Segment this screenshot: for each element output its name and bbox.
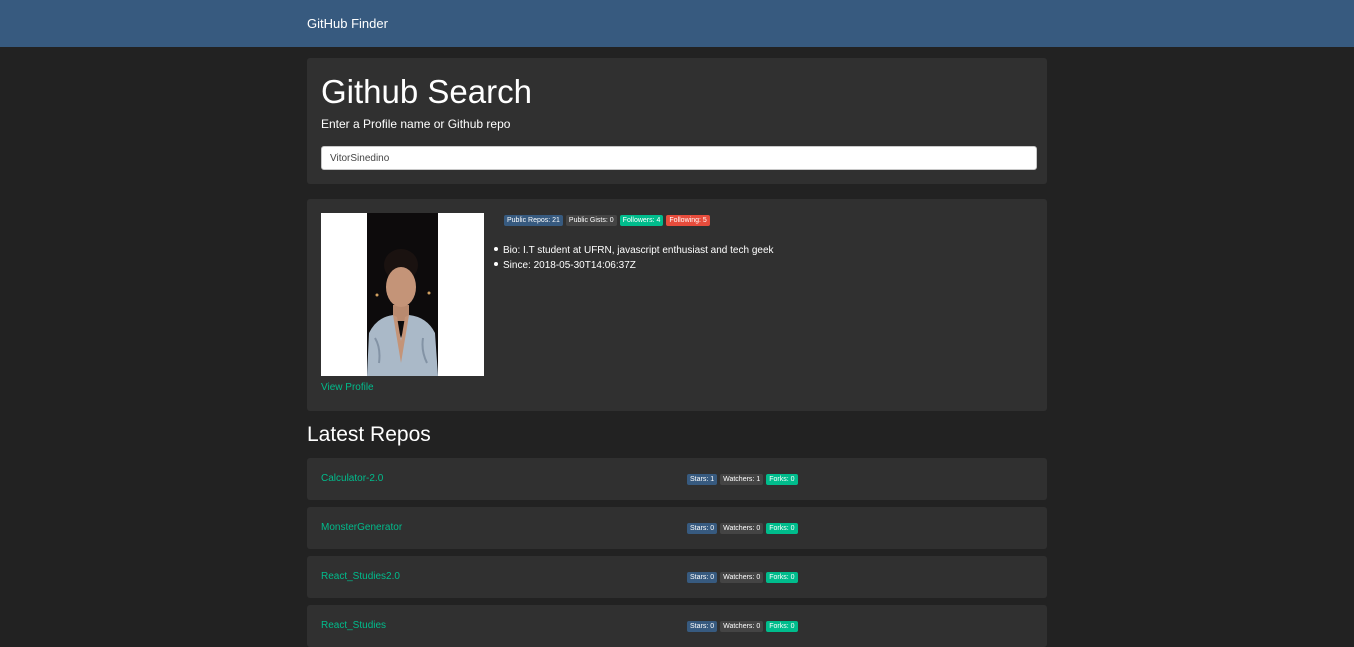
forks-badge: Forks: 0: [766, 621, 798, 632]
forks-badge: Forks: 0: [766, 523, 798, 534]
repo-badges: Stars: 0 Watchers: 0 Forks: 0: [687, 523, 798, 534]
since-text: Since: 2018-05-30T14:06:37Z: [503, 260, 636, 271]
navbar-brand[interactable]: GitHub Finder: [307, 16, 388, 31]
navbar: GitHub Finder: [0, 0, 1354, 47]
repo-link[interactable]: React_Studies2.0: [321, 571, 400, 582]
profile-card: View Profile Public Repos: 21 Public Gis…: [307, 199, 1047, 411]
view-profile-link[interactable]: View Profile: [321, 382, 374, 393]
bio-item: Bio: I.T student at UFRN, javascript ent…: [494, 243, 774, 258]
watchers-badge: Watchers: 0: [720, 523, 764, 534]
repo-card: React_Studies2.0 Stars: 0 Watchers: 0 Fo…: [307, 556, 1047, 598]
repo-link[interactable]: React_Studies: [321, 620, 386, 631]
watchers-badge: Watchers: 1: [720, 474, 764, 485]
stars-badge: Stars: 1: [687, 474, 718, 485]
repo-card: Calculator-2.0 Stars: 1 Watchers: 1 Fork…: [307, 458, 1047, 500]
watchers-badge: Watchers: 0: [720, 572, 764, 583]
latest-repos-title: Latest Repos: [307, 423, 431, 446]
stars-badge: Stars: 0: [687, 523, 718, 534]
watchers-badge: Watchers: 0: [720, 621, 764, 632]
forks-badge: Forks: 0: [766, 474, 798, 485]
stars-badge: Stars: 0: [687, 572, 718, 583]
search-card: Github Search Enter a Profile name or Gi…: [307, 58, 1047, 184]
search-input[interactable]: [321, 146, 1037, 170]
repo-link[interactable]: MonsterGenerator: [321, 522, 402, 533]
repo-badges: Stars: 0 Watchers: 0 Forks: 0: [687, 621, 798, 632]
stars-badge: Stars: 0: [687, 621, 718, 632]
profile-details: Bio: I.T student at UFRN, javascript ent…: [494, 243, 774, 273]
avatar: [321, 213, 484, 376]
repo-link[interactable]: Calculator-2.0: [321, 473, 383, 484]
avatar-photo: [321, 213, 484, 376]
profile-badges: Public Repos: 21 Public Gists: 0 Followe…: [504, 215, 710, 226]
followers-badge: Followers: 4: [619, 215, 664, 226]
search-subtitle: Enter a Profile name or Github repo: [321, 117, 511, 131]
bullet-icon: [494, 247, 498, 252]
repo-badges: Stars: 1 Watchers: 1 Forks: 0: [687, 474, 798, 485]
bullet-icon: [494, 262, 498, 267]
repo-card: React_Studies Stars: 0 Watchers: 0 Forks…: [307, 605, 1047, 647]
repo-card: MonsterGenerator Stars: 0 Watchers: 0 Fo…: [307, 507, 1047, 549]
public-repos-badge: Public Repos: 21: [504, 215, 563, 226]
following-badge: Following: 5: [666, 215, 710, 226]
bio-text: Bio: I.T student at UFRN, javascript ent…: [503, 245, 774, 256]
public-gists-badge: Public Gists: 0: [565, 215, 617, 226]
search-title: Github Search: [321, 73, 532, 110]
repo-badges: Stars: 0 Watchers: 0 Forks: 0: [687, 572, 798, 583]
forks-badge: Forks: 0: [766, 572, 798, 583]
since-item: Since: 2018-05-30T14:06:37Z: [494, 258, 774, 273]
